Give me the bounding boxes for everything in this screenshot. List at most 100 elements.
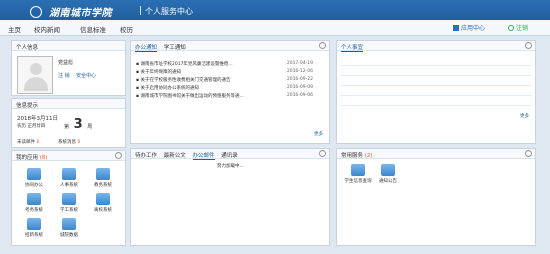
week-indicator: 第 3 周 xyxy=(64,117,92,132)
news-date: 2017-04-19 xyxy=(286,61,313,66)
logout-label: 注销 xyxy=(516,25,529,32)
app-academic[interactable]: 教务系统 xyxy=(91,168,115,188)
nav-bar: 主页 校内新闻 信息标准 校历 应用中心 注销 xyxy=(0,20,550,36)
app-label: 教务系统 xyxy=(94,183,112,188)
panel-header: 办公通知 学工通知 ⌃ xyxy=(131,41,329,52)
app-icon xyxy=(62,168,76,180)
lunar-value: 正月廿四 xyxy=(27,124,46,129)
app-oa[interactable]: 协同办公 xyxy=(22,168,46,188)
week-prefix: 第 xyxy=(64,124,70,130)
app-exam[interactable]: 考务系统 xyxy=(22,193,46,213)
list-item[interactable]: ▪ 关于在学校服务性收费相关门交通管理的通告 xyxy=(136,77,230,83)
tab-todo[interactable]: 待办工作 xyxy=(135,151,157,159)
apps-count: (8) xyxy=(39,155,48,161)
nav-news[interactable]: 校内新闻 xyxy=(34,24,60,34)
collapse-icon[interactable]: ⌃ xyxy=(115,152,122,159)
app-data[interactable]: 城院数据 xyxy=(57,218,81,238)
logout-button[interactable]: 注 销 xyxy=(58,72,70,79)
unread-mail[interactable]: 未读邮件 0 xyxy=(17,139,39,145)
app-hr[interactable]: 人事系统 xyxy=(57,168,81,188)
week-number: 3 xyxy=(73,117,83,132)
app-icon xyxy=(62,218,76,230)
collapse-icon[interactable]: ⌃ xyxy=(319,150,326,157)
news-title: 关于启用协同办公系统的通知 xyxy=(140,86,199,91)
grid-icon xyxy=(453,25,459,31)
app-icon xyxy=(27,218,41,230)
common-services-panel: 常用服务 (2) ⌃ 学生信息查询 通知公告 xyxy=(336,148,536,246)
news-title: 湖南城市学院图书馆关于做出运动的预感服务等通... xyxy=(140,94,244,99)
tab-contacts[interactable]: 通讯录 xyxy=(221,151,238,159)
today-date: 2018年3月11日 xyxy=(17,116,58,122)
tab-student-notice[interactable]: 学工通知 xyxy=(164,43,186,51)
panel-header: 个人信息 xyxy=(12,41,125,51)
news-title: 湖南省市址学校2017年党风廉洁建设暨维稳... xyxy=(140,62,233,67)
panel-header: 个人事宜 ⌃ xyxy=(337,41,535,52)
app-icon xyxy=(96,168,110,180)
list-row xyxy=(340,95,532,96)
office-notice-panel: 办公通知 学工通知 ⌃ ▪ 湖南省市址学校2017年党风廉洁建设暨维稳... 2… xyxy=(130,40,330,144)
tab-documents[interactable]: 最新公文 xyxy=(164,151,186,159)
app-recruit[interactable]: 招新系统 xyxy=(22,218,46,238)
list-item[interactable]: ▪ 湖南城市学院图书馆关于做出运动的预感服务等通... xyxy=(136,93,244,99)
app-icon xyxy=(381,164,395,176)
panel-title: 我的应用 xyxy=(16,155,39,161)
panel-header: 我的应用 (8) ⌃ xyxy=(12,151,125,161)
nav-home[interactable]: 主页 xyxy=(8,24,21,34)
personal-matters-panel: 个人事宜 ⌃ 更多 xyxy=(336,40,536,144)
tab-office-notice[interactable]: 办公通知 xyxy=(135,43,158,52)
collapse-icon[interactable]: ⌃ xyxy=(319,42,326,49)
list-row xyxy=(340,105,532,106)
system-count: 0 xyxy=(77,140,81,145)
logo[interactable]: 湖南城市学院 xyxy=(30,4,112,19)
lunar-label: 农历 xyxy=(17,124,26,129)
app-icon xyxy=(351,164,365,176)
mail-count: 0 xyxy=(36,140,40,145)
mail-label: 未读邮件 xyxy=(17,140,35,145)
collapse-icon[interactable]: ⌃ xyxy=(525,150,532,157)
app-label: 通知公告 xyxy=(379,179,397,184)
panel-title: 个人事宜 xyxy=(341,45,364,52)
app-center-link[interactable]: 应用中心 xyxy=(453,23,485,32)
todo-panel: 待办工作 最新公文 办公邮件 通讯录 ⌃ 努力加载中... xyxy=(130,148,330,246)
list-item[interactable]: ▪ 湖南省市址学校2017年党风廉洁建设暨维稳... xyxy=(136,61,233,67)
services-count: (2) xyxy=(364,153,373,159)
collapse-icon[interactable]: ⌃ xyxy=(525,42,532,49)
app-icon xyxy=(62,193,76,205)
tab-mail[interactable]: 办公邮件 xyxy=(192,151,215,160)
service-notice[interactable]: 通知公告 xyxy=(371,164,405,184)
more-link[interactable]: 更多 xyxy=(314,131,323,137)
app-center-label: 应用中心 xyxy=(461,25,486,32)
list-item[interactable]: ▪ 关于启用协同办公系统的通知 xyxy=(136,85,199,91)
user-name: 党益彪 xyxy=(58,60,74,66)
app-student[interactable]: 学工系统 xyxy=(57,193,81,213)
week-suffix: 周 xyxy=(87,124,93,130)
security-center-link[interactable]: 安全中心 xyxy=(76,72,96,79)
nav-standards[interactable]: 信息标准 xyxy=(80,24,106,34)
logout-link[interactable]: 注销 xyxy=(508,23,528,32)
profile-panel: 个人信息 党益彪 注 销 安全中心 xyxy=(11,40,126,96)
more-link[interactable]: 更多 xyxy=(520,113,529,119)
app-label: 学生信息查询 xyxy=(344,179,372,184)
app-icon xyxy=(96,193,110,205)
app-label: 人事系统 xyxy=(60,183,78,188)
app-icon xyxy=(27,193,41,205)
nav-calendar[interactable]: 校历 xyxy=(120,24,133,34)
lunar-date: 农历 正月廿四 xyxy=(17,123,45,129)
list-item[interactable]: ▪ 关于年终保障的通知 xyxy=(136,69,181,75)
system-messages[interactable]: 系统消息 0 xyxy=(58,139,80,145)
service-student-query[interactable]: 学生信息查询 xyxy=(341,164,375,184)
site-title: 个人服务中心 xyxy=(145,7,193,16)
app-label: 离校系统 xyxy=(94,208,112,213)
panel-title: 个人信息 xyxy=(16,45,39,51)
notice-panel: 信息提示 2018年3月11日 农历 正月廿四 第 3 周 未读邮件 0 系统消… xyxy=(11,98,126,148)
news-date: 2016-12-06 xyxy=(286,69,313,74)
header: 湖南城市学院 个人服务中心 xyxy=(0,0,550,20)
panel-header: 信息提示 xyxy=(12,99,125,109)
list-row xyxy=(340,75,532,76)
system-label: 系统消息 xyxy=(58,140,76,145)
panel-title: 信息提示 xyxy=(16,103,39,109)
my-apps-panel: 我的应用 (8) ⌃ 协同办公 人事系统 教务系统 考务系统 学工系统 离校系统… xyxy=(11,150,126,246)
app-label: 考务系统 xyxy=(25,208,43,213)
panel-title: 常用服务 xyxy=(341,153,364,159)
app-leaving[interactable]: 离校系统 xyxy=(91,193,115,213)
